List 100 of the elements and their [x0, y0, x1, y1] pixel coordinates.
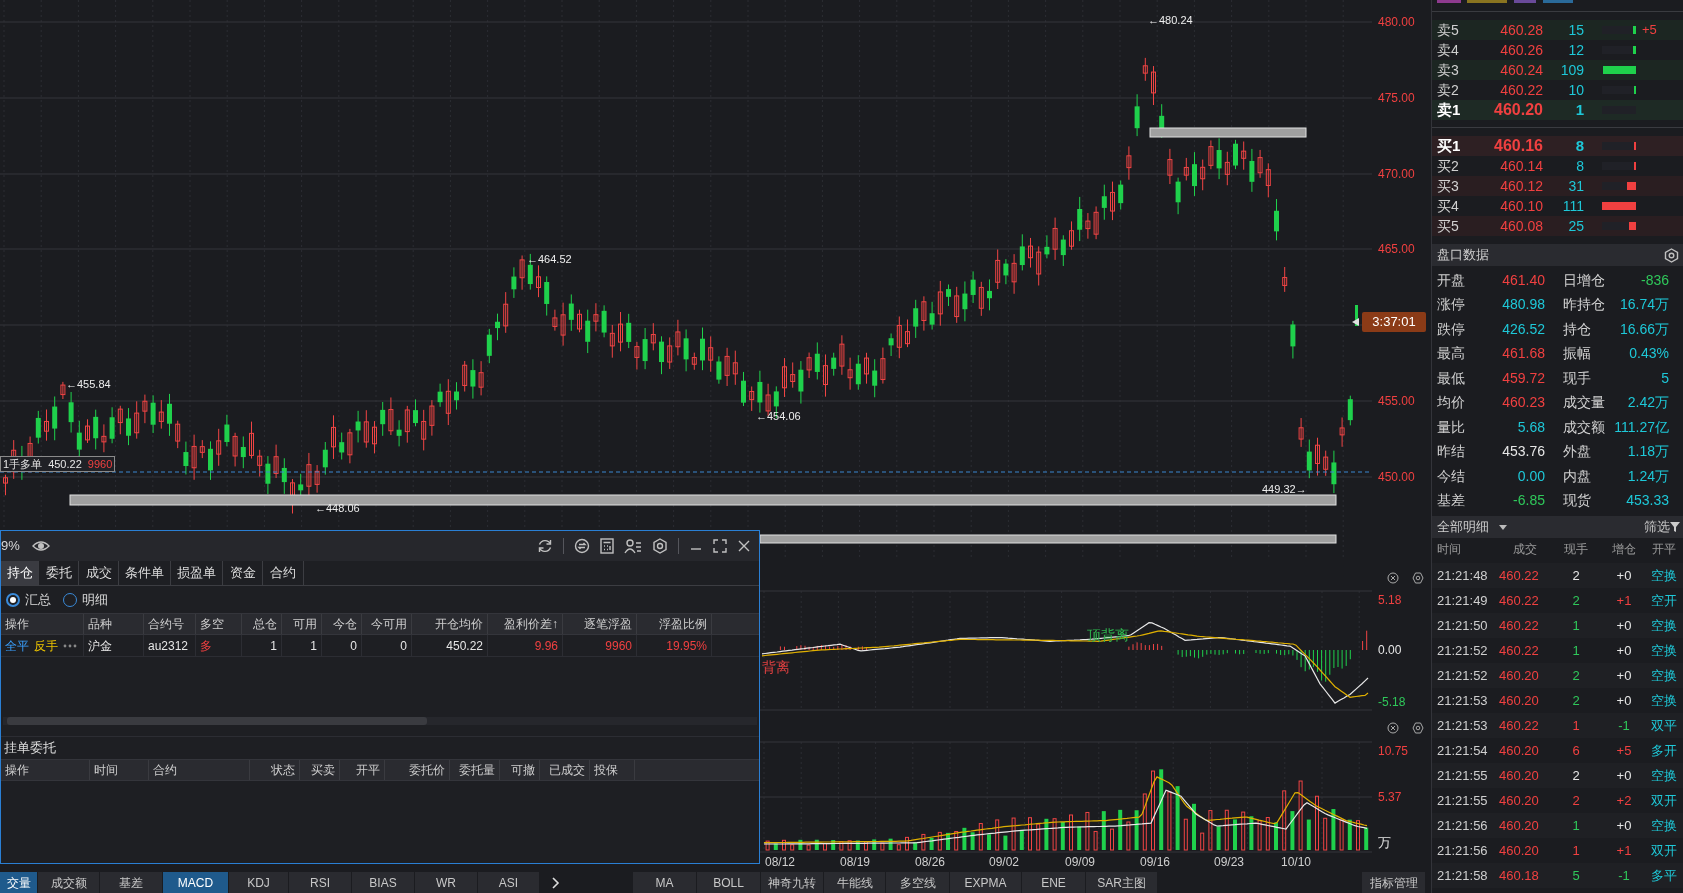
- date-label: 09/09: [1065, 855, 1095, 869]
- column-header: 逐笔浮盈: [563, 614, 637, 634]
- quote-row[interactable]: 买5 460.08 25: [1432, 216, 1683, 236]
- table-cell-text: 460.18: [1499, 866, 1540, 885]
- table-cell: 9960: [563, 635, 637, 656]
- section-title: 挂单委托: [4, 739, 56, 758]
- table-cell: 沪金: [84, 635, 144, 656]
- indicator-tab[interactable]: 神奇九转: [761, 872, 824, 893]
- table-cell-text: +0: [1615, 816, 1633, 835]
- table-cell-text: 21:21:56: [1437, 816, 1489, 835]
- quote-row[interactable]: 买3 460.12 31: [1432, 176, 1683, 196]
- quote-price: 460.08: [1499, 216, 1543, 236]
- indicator-tab[interactable]: 基差: [100, 872, 163, 893]
- table-cell-text: 460.22: [1499, 641, 1540, 660]
- radio-option[interactable]: 汇总: [6, 589, 51, 610]
- indicator-tab[interactable]: BOLL: [697, 872, 761, 893]
- zoom-label: 9%: [1, 537, 20, 556]
- quote-row[interactable]: 买2 460.14 8: [1432, 156, 1683, 176]
- indicator-tab[interactable]: WR: [415, 872, 478, 893]
- indicator-tab[interactable]: RSI: [289, 872, 352, 893]
- level-label: 买4: [1437, 196, 1460, 216]
- table-cell: 0: [322, 635, 362, 656]
- stat-label: 跌停: [1437, 319, 1466, 339]
- panel-tab[interactable]: 合约: [263, 561, 304, 585]
- date-label: 09/16: [1140, 855, 1170, 869]
- indicator-tab[interactable]: MACD: [163, 872, 229, 893]
- stat-label: 最高: [1437, 344, 1466, 364]
- panel-tab[interactable]: 损盈单: [171, 561, 223, 585]
- panel-tab[interactable]: 持仓: [1, 561, 39, 585]
- indicator-tab[interactable]: 多空线: [886, 872, 950, 893]
- manage-button[interactable]: 指标管理: [1362, 872, 1425, 893]
- quote-row[interactable]: 卖4 460.26 12: [1432, 40, 1683, 60]
- table-cell: 1: [282, 635, 322, 656]
- indicator-tab[interactable]: 交量: [0, 872, 38, 893]
- table-cell-text: 21:21:49: [1437, 591, 1489, 610]
- axis-label: 5.18: [1378, 593, 1402, 607]
- date-label: 08/12: [765, 855, 795, 869]
- table-cell-text: 460.22: [1499, 616, 1540, 635]
- level-label: 卖5: [1437, 20, 1460, 40]
- table-cell-text: 空换: [1650, 566, 1678, 585]
- table-cell-text: 460.20: [1499, 691, 1540, 710]
- quote-row[interactable]: 买4 460.10 111: [1432, 196, 1683, 216]
- unit-label: 万: [1378, 835, 1391, 850]
- axis-label: 0.00: [1378, 643, 1402, 657]
- table-cell-text: 空换: [1650, 816, 1678, 835]
- stat-value: 459.72: [1501, 368, 1545, 388]
- axis-label: 470.00: [1378, 167, 1415, 181]
- column-header: 已成交: [540, 760, 590, 780]
- panel-tab[interactable]: 委托: [39, 561, 79, 585]
- quote-row[interactable]: 卖5 460.28 15 +5: [1432, 20, 1683, 40]
- table-cell-text: +0: [1615, 641, 1633, 660]
- panel-tab[interactable]: 条件单: [119, 561, 171, 585]
- quote-price: 460.12: [1499, 176, 1543, 196]
- table-cell-text: 2: [1571, 591, 1581, 610]
- filter-button[interactable]: 筛选: [1644, 517, 1670, 537]
- table-cell-text: 多平: [1650, 866, 1678, 885]
- table-cell-text: 460.20: [1499, 766, 1540, 785]
- indicator-tab[interactable]: SAR主图: [1086, 872, 1158, 893]
- column-header: 浮盈比例: [637, 614, 712, 634]
- column-header: 开平: [340, 760, 385, 780]
- quote-row[interactable]: 买1 460.16 8: [1432, 136, 1683, 156]
- stat-label: 量比: [1437, 417, 1466, 437]
- quote-price: 460.26: [1499, 40, 1543, 60]
- action-link[interactable]: 全平: [5, 636, 29, 655]
- stat-label: 开盘: [1437, 270, 1466, 290]
- column-header: 操作: [1, 614, 84, 634]
- table-cell-text: 6: [1571, 741, 1581, 760]
- indicator-tab[interactable]: KDJ: [229, 872, 289, 893]
- stat-value: 461.40: [1501, 270, 1545, 290]
- table-cell-text: 460.20: [1499, 791, 1540, 810]
- quote-row[interactable]: 卖1 460.20 1: [1432, 100, 1683, 120]
- stat-value: 16.66万: [1618, 319, 1669, 339]
- axis-label: 455.00: [1378, 394, 1415, 408]
- axis-label: 10.75: [1378, 744, 1409, 758]
- position-pnl: 9960: [87, 458, 113, 470]
- indicator-tab[interactable]: ENE: [1022, 872, 1086, 893]
- radio-option[interactable]: 明细: [63, 589, 108, 610]
- table-cell-text: -1: [1617, 716, 1631, 735]
- panel-tab[interactable]: 成交: [79, 561, 119, 585]
- quote-price: 460.22: [1499, 80, 1543, 100]
- stat-value: 453.76: [1501, 442, 1545, 462]
- indicator-tab[interactable]: 牛能线: [824, 872, 886, 893]
- price-annotation: ←454.06: [756, 410, 801, 422]
- indicator-tab[interactable]: 成交额: [38, 872, 100, 893]
- table-cell-text: +0: [1615, 616, 1633, 635]
- quote-row[interactable]: 卖2 460.22 10: [1432, 80, 1683, 100]
- table-cell-text: 21:21:55: [1437, 766, 1489, 785]
- change-label: +5: [1642, 21, 1657, 40]
- quote-row[interactable]: 卖3 460.24 109: [1432, 60, 1683, 80]
- indicator-tab[interactable]: ASI: [478, 872, 540, 893]
- panel-tab[interactable]: 资金: [223, 561, 263, 585]
- action-link[interactable]: 反手: [34, 636, 58, 655]
- stat-value: 480.98: [1501, 295, 1545, 315]
- indicator-tab[interactable]: MA: [633, 872, 697, 893]
- table-cell: 9.96: [488, 635, 563, 656]
- indicator-tab[interactable]: BIAS: [352, 872, 415, 893]
- stat-value: -6.85: [1512, 491, 1545, 511]
- level-label: 买5: [1437, 216, 1460, 236]
- indicator-tab[interactable]: EXPMA: [950, 872, 1022, 893]
- axis-label: 480.00: [1378, 15, 1415, 29]
